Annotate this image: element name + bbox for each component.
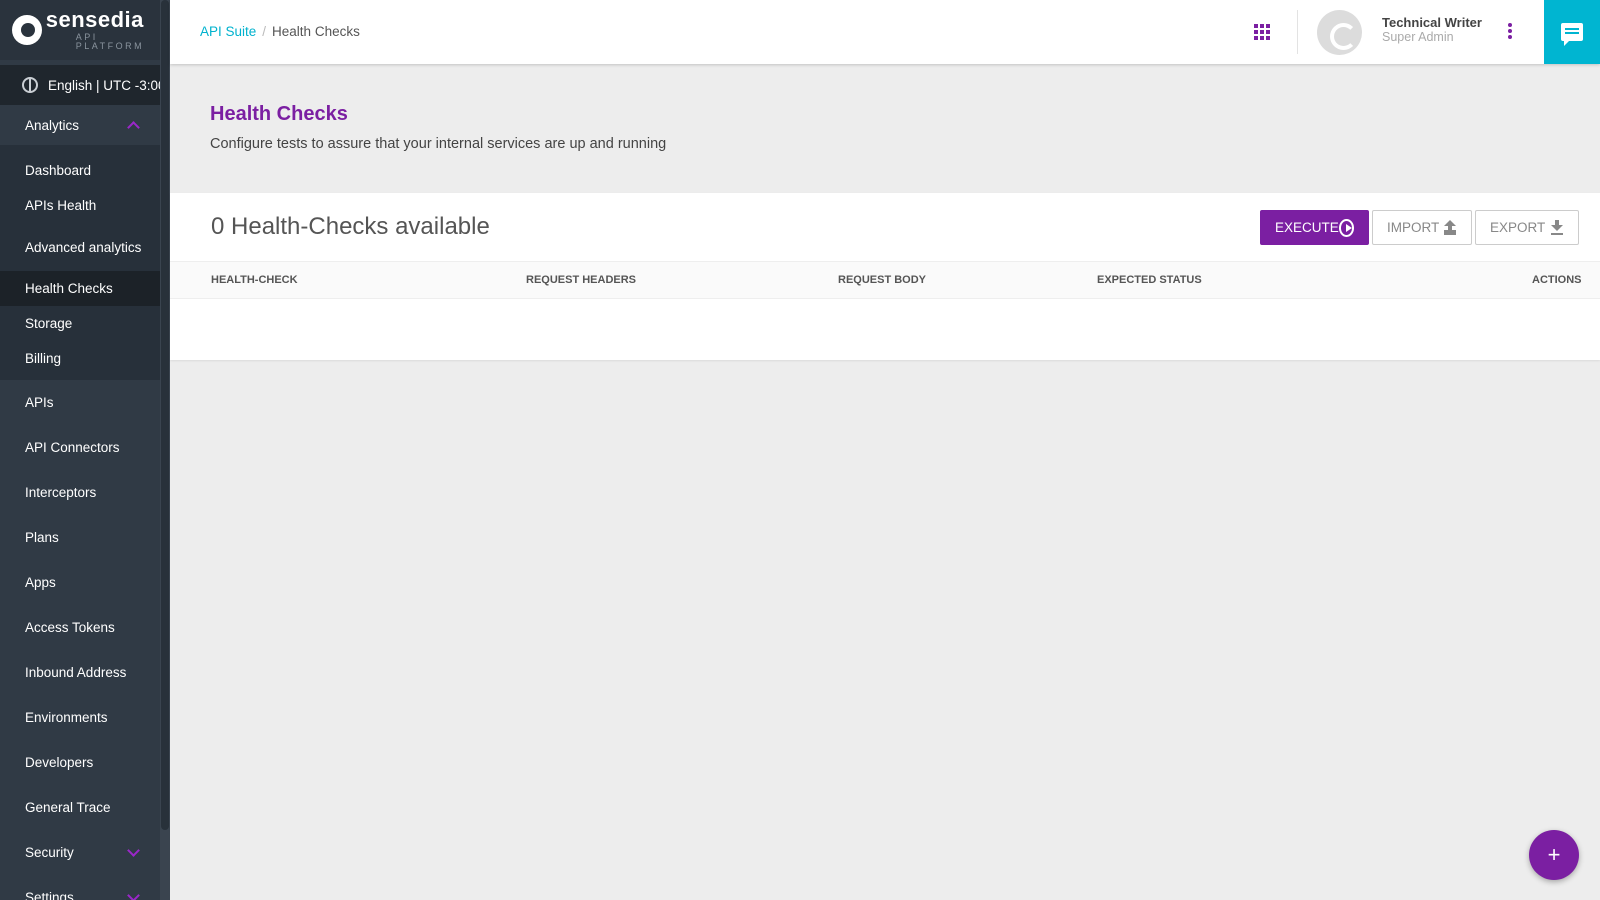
chevron-up-icon: [127, 121, 140, 134]
header-divider: [1297, 10, 1298, 54]
sidebar-item-billing[interactable]: Billing: [0, 341, 170, 376]
column-header-actions: ACTIONS: [1532, 274, 1582, 286]
breadcrumb: API Suite / Health Checks: [200, 24, 360, 39]
page-title: Health Checks: [210, 103, 348, 125]
export-button[interactable]: EXPORT: [1475, 210, 1579, 245]
sidebar-item-plans[interactable]: Plans: [0, 515, 170, 560]
sidebar-item-api-connectors[interactable]: API Connectors: [0, 425, 170, 470]
globe-icon: [22, 77, 38, 93]
sidebar-item-interceptors[interactable]: Interceptors: [0, 470, 170, 515]
brand-subtitle: API PLATFORM: [75, 32, 145, 51]
chevron-down-icon: [127, 843, 140, 857]
sidebar-item-label: Security: [25, 845, 74, 860]
sidebar-item-label: Inbound Address: [25, 665, 127, 680]
column-header-request-headers[interactable]: REQUEST HEADERS: [526, 274, 636, 286]
sidebar-item-label: Analytics: [25, 117, 80, 133]
import-button-label: IMPORT: [1387, 220, 1440, 235]
sidebar-item-label: Apps: [25, 575, 56, 590]
table-header: HEALTH-CHECK REQUEST HEADERS REQUEST BOD…: [170, 261, 1600, 299]
sidebar-item-environments[interactable]: Environments: [0, 695, 170, 740]
sensedia-logo-icon: [12, 15, 42, 45]
language-timezone-label: English | UTC -3:00: [48, 77, 166, 93]
chevron-down-icon: [127, 888, 140, 900]
sidebar-item-inbound-address[interactable]: Inbound Address: [0, 650, 170, 695]
sidebar-item-label: API Connectors: [25, 440, 120, 455]
sidebar-item-general-trace[interactable]: General Trace: [0, 785, 170, 830]
page-subtitle: Configure tests to assure that your inte…: [210, 136, 667, 152]
download-icon: [1550, 219, 1564, 236]
column-header-health-check[interactable]: HEALTH-CHECK: [211, 274, 298, 286]
sidebar-item-label: Settings: [25, 890, 74, 900]
sidebar-item-settings[interactable]: Settings: [0, 875, 170, 900]
more-vert-icon[interactable]: [1508, 23, 1512, 39]
sidebar-item-storage[interactable]: Storage: [0, 306, 170, 341]
breadcrumb-separator: /: [262, 24, 267, 39]
sidebar-scrollbar[interactable]: [160, 0, 170, 900]
avatar[interactable]: [1317, 10, 1362, 55]
apps-grid-icon[interactable]: [1254, 24, 1270, 40]
export-button-label: EXPORT: [1490, 220, 1546, 235]
sidebar-item-label: Environments: [25, 710, 108, 725]
sidebar-item-label: General Trace: [25, 800, 111, 815]
sidebar-item-dashboard[interactable]: Dashboard: [0, 153, 170, 188]
sidebar-scrollbar-thumb[interactable]: [161, 0, 169, 830]
breadcrumb-current: Health Checks: [272, 24, 360, 39]
sidebar-item-label: Interceptors: [25, 485, 97, 500]
health-checks-card: 0 Health-Checks available EXECUTE IMPORT…: [170, 193, 1600, 360]
plus-icon: +: [1547, 842, 1561, 867]
sidebar-item-apps[interactable]: Apps: [0, 560, 170, 605]
sidebar: sensedia API PLATFORM English | UTC -3:0…: [0, 0, 170, 900]
upload-icon: [1443, 219, 1457, 236]
language-timezone-selector[interactable]: English | UTC -3:00: [0, 65, 170, 105]
sidebar-item-health-checks[interactable]: Health Checks: [0, 271, 170, 306]
breadcrumb-api-suite-link[interactable]: API Suite: [200, 24, 256, 39]
import-button[interactable]: IMPORT: [1372, 210, 1472, 245]
sidebar-item-access-tokens[interactable]: Access Tokens: [0, 605, 170, 650]
sidebar-item-label: Access Tokens: [25, 620, 115, 635]
add-health-check-button[interactable]: +: [1529, 830, 1579, 880]
brand-name: sensedia: [45, 7, 144, 32]
user-name: Technical Writer: [1382, 15, 1482, 30]
sidebar-item-analytics[interactable]: Analytics: [0, 105, 170, 145]
analytics-submenu: Dashboard APIs Health Advanced analytics…: [0, 145, 170, 380]
chat-button[interactable]: [1544, 0, 1600, 64]
sidebar-item-label: Plans: [25, 530, 59, 545]
execute-button-label: EXECUTE: [1275, 220, 1339, 235]
user-role: Super Admin: [1382, 30, 1454, 44]
sidebar-item-security[interactable]: Security: [0, 830, 170, 875]
column-header-expected-status[interactable]: EXPECTED STATUS: [1097, 274, 1202, 286]
health-checks-count-title: 0 Health-Checks available: [211, 213, 490, 240]
sidebar-item-label: Developers: [25, 755, 94, 770]
column-header-request-body[interactable]: REQUEST BODY: [838, 274, 926, 286]
execute-button[interactable]: EXECUTE: [1260, 210, 1369, 245]
top-header: API Suite / Health Checks Technical Writer…: [170, 0, 1600, 64]
sidebar-item-apis-health[interactable]: APIs Health: [0, 188, 170, 223]
sidebar-item-advanced-analytics[interactable]: Advanced analytics: [0, 223, 170, 271]
sidebar-item-label: APIs: [25, 395, 54, 410]
sidebar-item-developers[interactable]: Developers: [0, 740, 170, 785]
sidebar-item-apis[interactable]: APIs: [0, 380, 170, 425]
chat-icon: [1561, 23, 1583, 46]
brand-logo[interactable]: sensedia API PLATFORM: [0, 0, 170, 60]
play-circle-icon: [1338, 218, 1354, 237]
